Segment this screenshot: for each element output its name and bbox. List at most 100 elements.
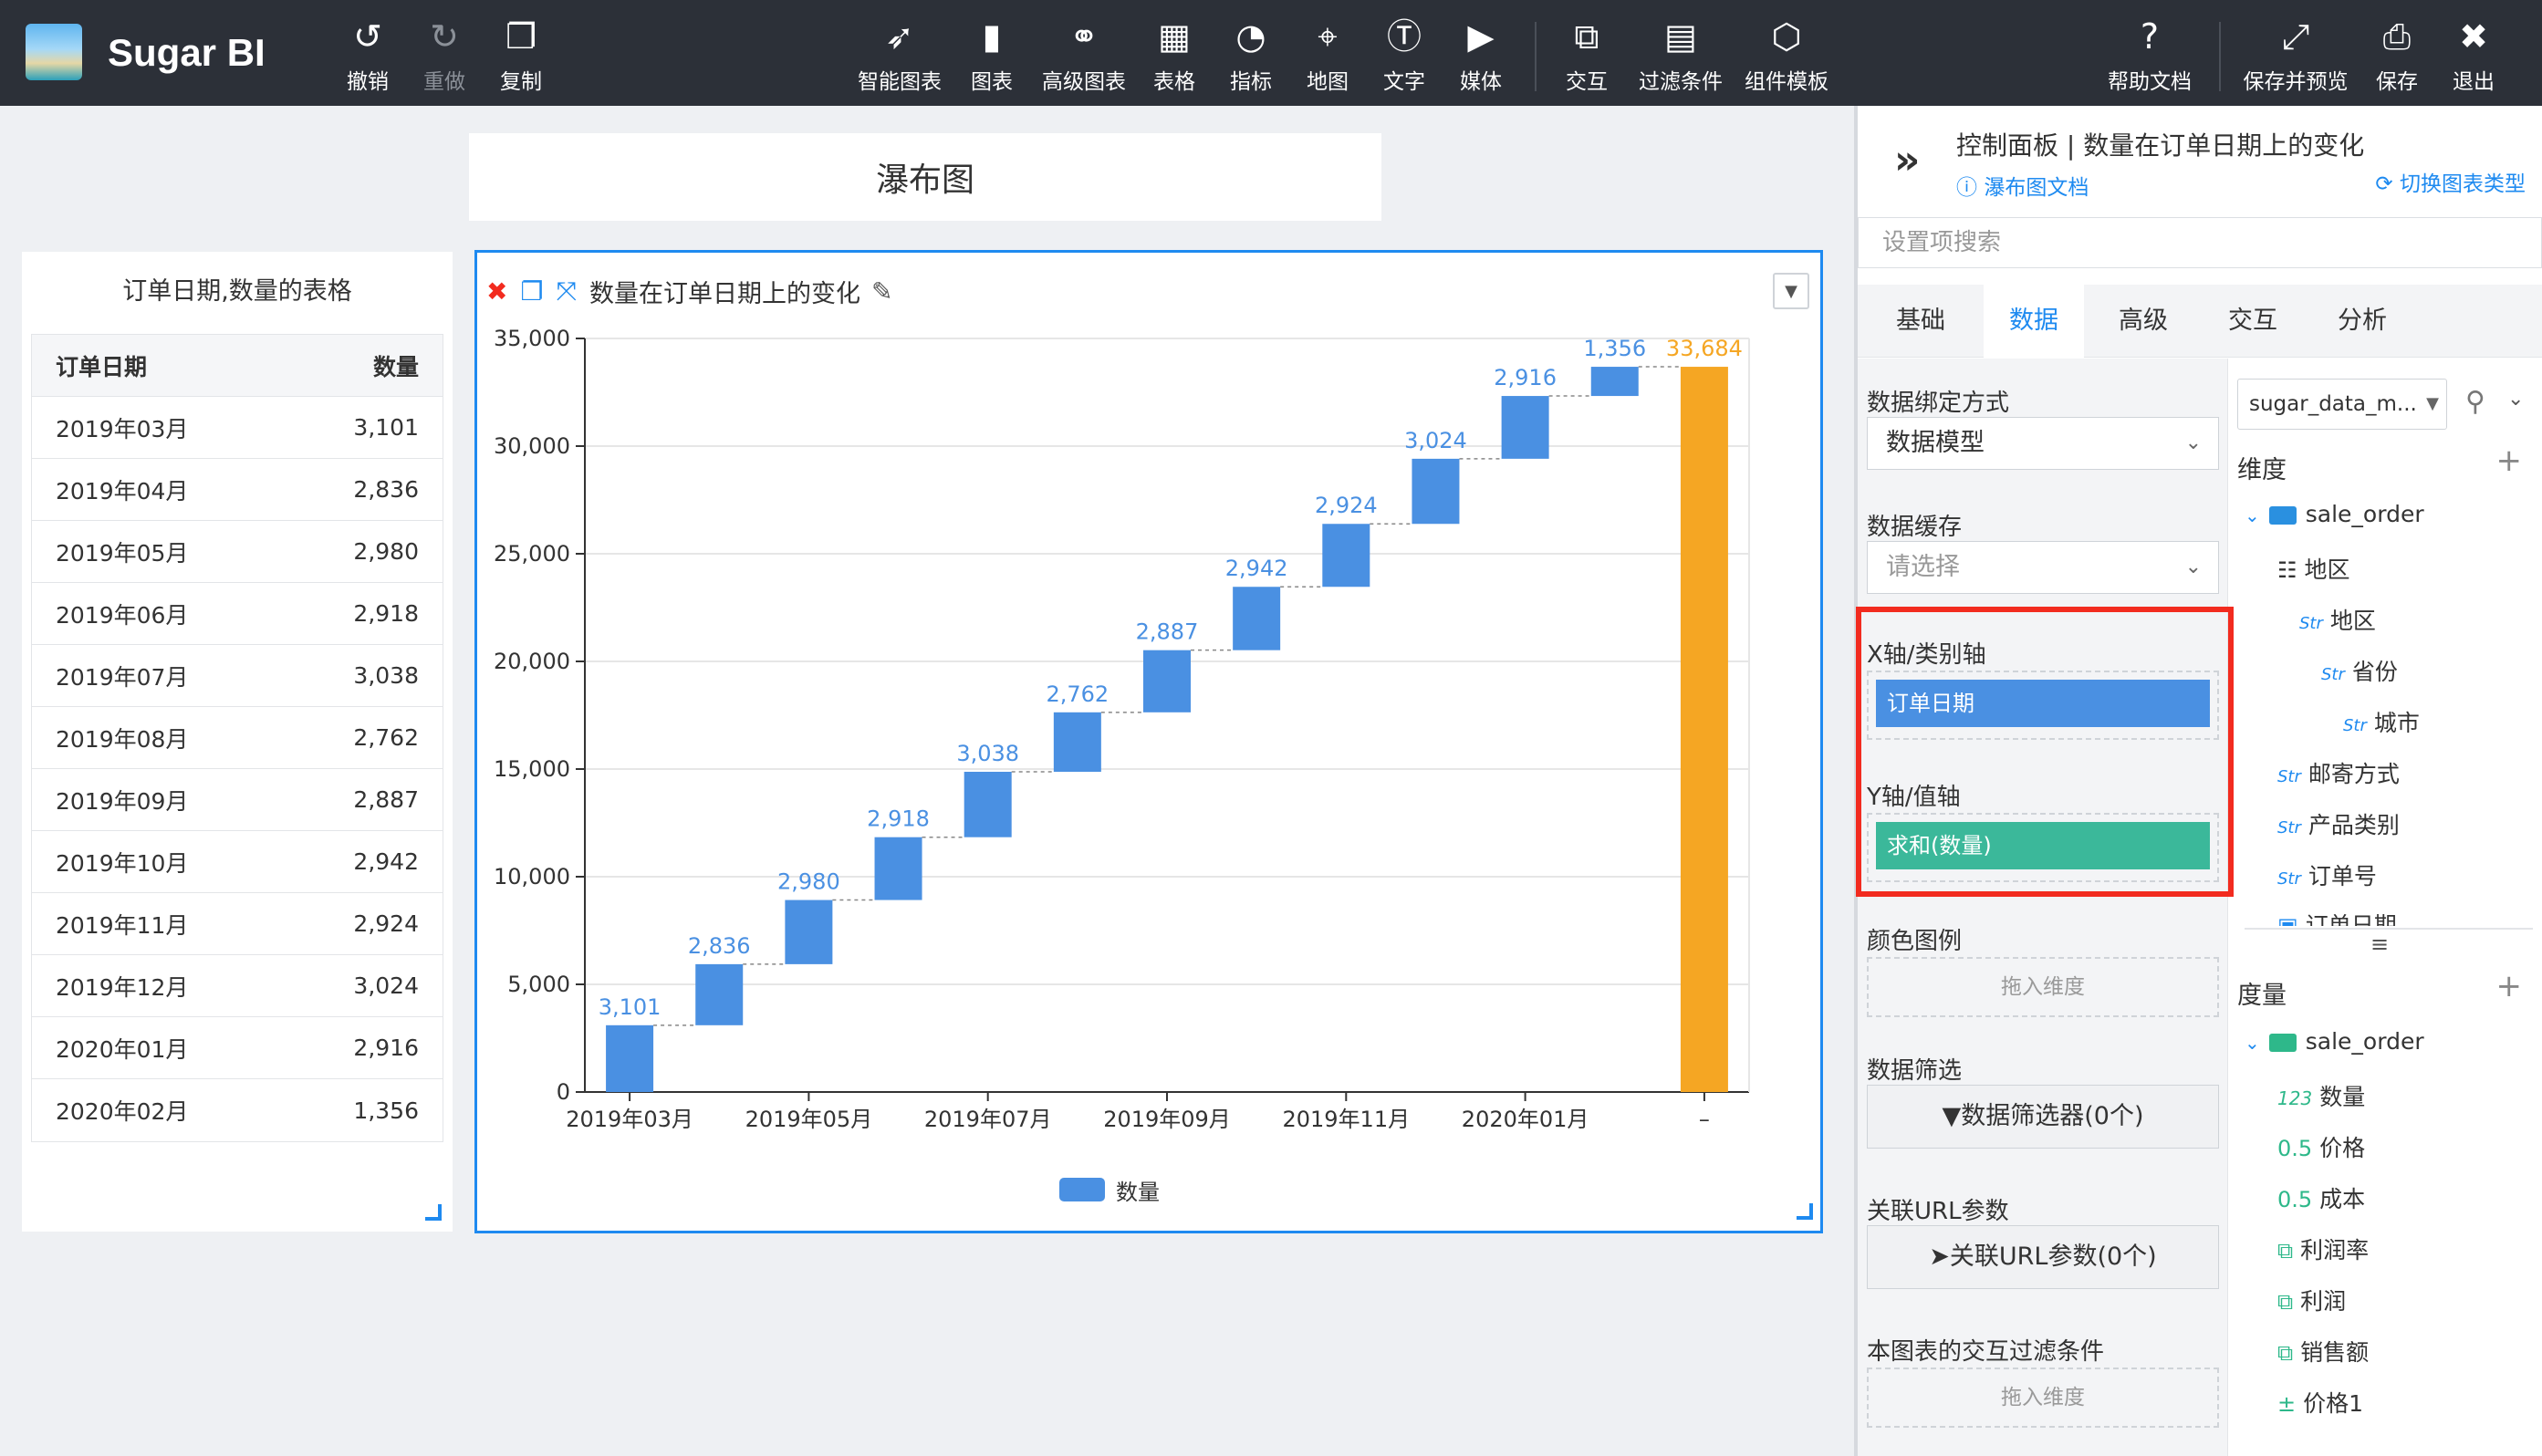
table-cell: 2,924 (353, 910, 419, 937)
smart-chart-button[interactable]: ➶ 智能图表 (854, 15, 945, 97)
measure-field[interactable]: ± 价格1 (2277, 1386, 2363, 1419)
text-button[interactable]: Ⓣ 文字 (1380, 15, 1429, 97)
color-legend-label: 颜色图例 (1867, 928, 1963, 955)
interaction-filter-dropzone[interactable]: 拖入维度 (1867, 1368, 2219, 1428)
measure-field[interactable]: ⧉ 利润率 (2277, 1232, 2369, 1265)
gauge-icon: ◔ (1235, 16, 1266, 57)
add-measure-icon[interactable]: + (2496, 968, 2523, 1004)
data-source-select[interactable]: sugar_data_m... ▼ (2237, 379, 2447, 430)
send-icon: ➤ (1929, 1243, 1950, 1271)
advanced-chart-button[interactable]: ⚭ 高级图表 (1038, 15, 1130, 97)
dimension-field[interactable]: Str 城市 (2343, 705, 2420, 738)
map-button[interactable]: ⌖ 地图 (1303, 15, 1352, 97)
interaction-button[interactable]: ⧉ 交互 (1562, 15, 1611, 97)
resize-handle-icon[interactable] (1797, 1203, 1813, 1220)
string-type-icon: Str (2321, 665, 2345, 684)
exit-button[interactable]: ✖ 退出 (2449, 15, 2498, 97)
tab-data[interactable]: 数据 (1984, 285, 2084, 358)
measure-field[interactable]: ⧉ 销售额 (2277, 1335, 2369, 1368)
add-dimension-icon[interactable]: + (2496, 442, 2523, 479)
filter-icon: ▤ (1664, 16, 1697, 57)
collapse-panel-icon[interactable]: » (1894, 137, 1920, 183)
filter-button[interactable]: ▤ 过滤条件 (1635, 15, 1726, 97)
table-row: 2020年01月 2,916 (32, 1017, 443, 1079)
tab-basic[interactable]: 基础 (1867, 285, 1974, 358)
smart-chart-icon: ➶ (885, 16, 914, 57)
dimension-field[interactable]: ☷ 地区 (2277, 552, 2350, 585)
x-tick-label: 2020年01月 (1462, 1107, 1589, 1132)
url-param-label: 关联URL参数 (1867, 1198, 2009, 1225)
save-icon: ⎙ (2382, 16, 2412, 57)
dimension-field[interactable]: Str 产品类别 (2277, 807, 2400, 840)
legend-label: 数量 (1116, 1180, 1160, 1205)
tab-interaction[interactable]: 交互 (2203, 285, 2303, 358)
indicator-button[interactable]: ◔ 指标 (1226, 15, 1276, 97)
data-label: 2,918 (867, 806, 930, 832)
title-text-card[interactable]: 瀑布图 (469, 133, 1381, 221)
chevron-down-icon: ⌄ (2245, 1032, 2260, 1054)
media-button[interactable]: ▶ 媒体 (1456, 15, 1505, 97)
table-cell: 2019年11月 (56, 911, 189, 939)
highlight-box (1856, 607, 2234, 897)
dimension-field[interactable]: Str 地区 (2299, 603, 2376, 636)
switch-chart-type-link[interactable]: ⟳ 切换图表类型 (2375, 166, 2526, 197)
tab-advanced[interactable]: 高级 (2093, 285, 2193, 358)
cache-select[interactable]: 请选择 ⌄ (1867, 541, 2219, 594)
waterfall-chart: 0 5,000 10,000 15,000 20,000 25,000 30,000 35,0… (494, 326, 1750, 1205)
resize-handle-icon[interactable] (425, 1204, 442, 1221)
data-filter-button[interactable]: ▼数据筛选器(0个) (1867, 1085, 2219, 1149)
measure-field[interactable]: 0.5 价格 (2277, 1130, 2365, 1163)
search-icon[interactable]: ⚲ (2465, 386, 2485, 418)
undo-button[interactable]: ↺ 撤销 (343, 15, 392, 97)
folder-icon (2268, 506, 2297, 525)
app-brand: Sugar BI (108, 31, 266, 74)
table-cell: 数量 (372, 353, 419, 380)
copy-button[interactable]: ❐ 复制 (496, 15, 546, 97)
help-icon: ? (2140, 16, 2160, 57)
save-preview-button[interactable]: ⤢ 保存并预览 (2241, 15, 2350, 97)
dimension-field[interactable]: ▣ 订单日期 (2277, 908, 2397, 926)
measure-field[interactable]: ⧉ 利润 (2277, 1284, 2346, 1316)
table-button[interactable]: ▦ 表格 (1150, 15, 1199, 97)
table-cell: 2019年04月 (56, 477, 189, 504)
string-type-icon: Str (2277, 869, 2301, 889)
url-param-button[interactable]: ➤关联URL参数(0个) (1867, 1225, 2219, 1289)
data-label: 2,887 (1136, 619, 1199, 645)
measure-field[interactable]: 0.5 成本 (2277, 1181, 2365, 1214)
map-pin-icon: ⌖ (1318, 16, 1338, 57)
chart-doc-link[interactable]: ⓘ 瀑布图文档 (1956, 170, 2089, 201)
y-tick-label: 30,000 (494, 433, 570, 459)
data-label: 3,038 (956, 741, 1019, 766)
color-legend-dropzone[interactable]: 拖入维度 (1867, 957, 2219, 1017)
table-cell: 2019年03月 (56, 415, 189, 442)
chevron-down-icon[interactable]: ⌄ (2507, 388, 2524, 411)
dimension-field[interactable]: Str 省份 (2321, 654, 2398, 687)
measure-field[interactable]: 123 数量 (2277, 1079, 2365, 1112)
chart-card[interactable]: ✖ ❐ ⤧ 数量在订单日期上的变化 ✎ ▼ 0 5,000 10,000 15,000… (474, 250, 1823, 1233)
total-data-label: 33,684 (1666, 336, 1743, 361)
measure-table-node[interactable]: ⌄ sale_order (2245, 1028, 2424, 1055)
settings-search-input[interactable]: 设置项搜索 (1858, 217, 2542, 268)
chart-button[interactable]: ▮ 图表 (967, 15, 1016, 97)
help-button[interactable]: ? 帮助文档 (2104, 15, 2195, 97)
table-row: 2019年05月 2,980 (32, 521, 443, 583)
table-row: 2019年06月 2,918 (32, 583, 443, 645)
text-icon: Ⓣ (1386, 16, 1422, 57)
redo-button[interactable]: ↻ 重做 (420, 15, 469, 97)
template-button[interactable]: ⬡ 组件模板 (1741, 15, 1832, 97)
dimension-field[interactable]: Str 邮寄方式 (2277, 756, 2400, 789)
save-button[interactable]: ⎙ 保存 (2372, 15, 2422, 97)
x-tick-label: 2019年09月 (1103, 1107, 1231, 1132)
table-card-title: 订单日期,数量的表格 (122, 277, 352, 306)
drag-handle-icon[interactable]: ≡ (2370, 931, 2389, 957)
table-card[interactable]: 订单日期,数量的表格 订单日期 数量 2019年03月 3,101 2019年04月 2,… (22, 252, 453, 1232)
table-cell: 3,038 (353, 662, 419, 689)
advanced-chart-icon: ⚭ (1069, 16, 1099, 57)
tab-analysis[interactable]: 分析 (2312, 285, 2412, 358)
panel-splitter[interactable] (2245, 928, 2533, 930)
binding-select[interactable]: 数据模型 ⌄ (1867, 417, 2219, 470)
dimension-table-node[interactable]: ⌄ sale_order (2245, 501, 2424, 527)
decimal-type-icon: 0.5 (2277, 1136, 2313, 1161)
dimension-field[interactable]: Str 订单号 (2277, 858, 2377, 891)
waterfall-bar (1053, 712, 1101, 772)
